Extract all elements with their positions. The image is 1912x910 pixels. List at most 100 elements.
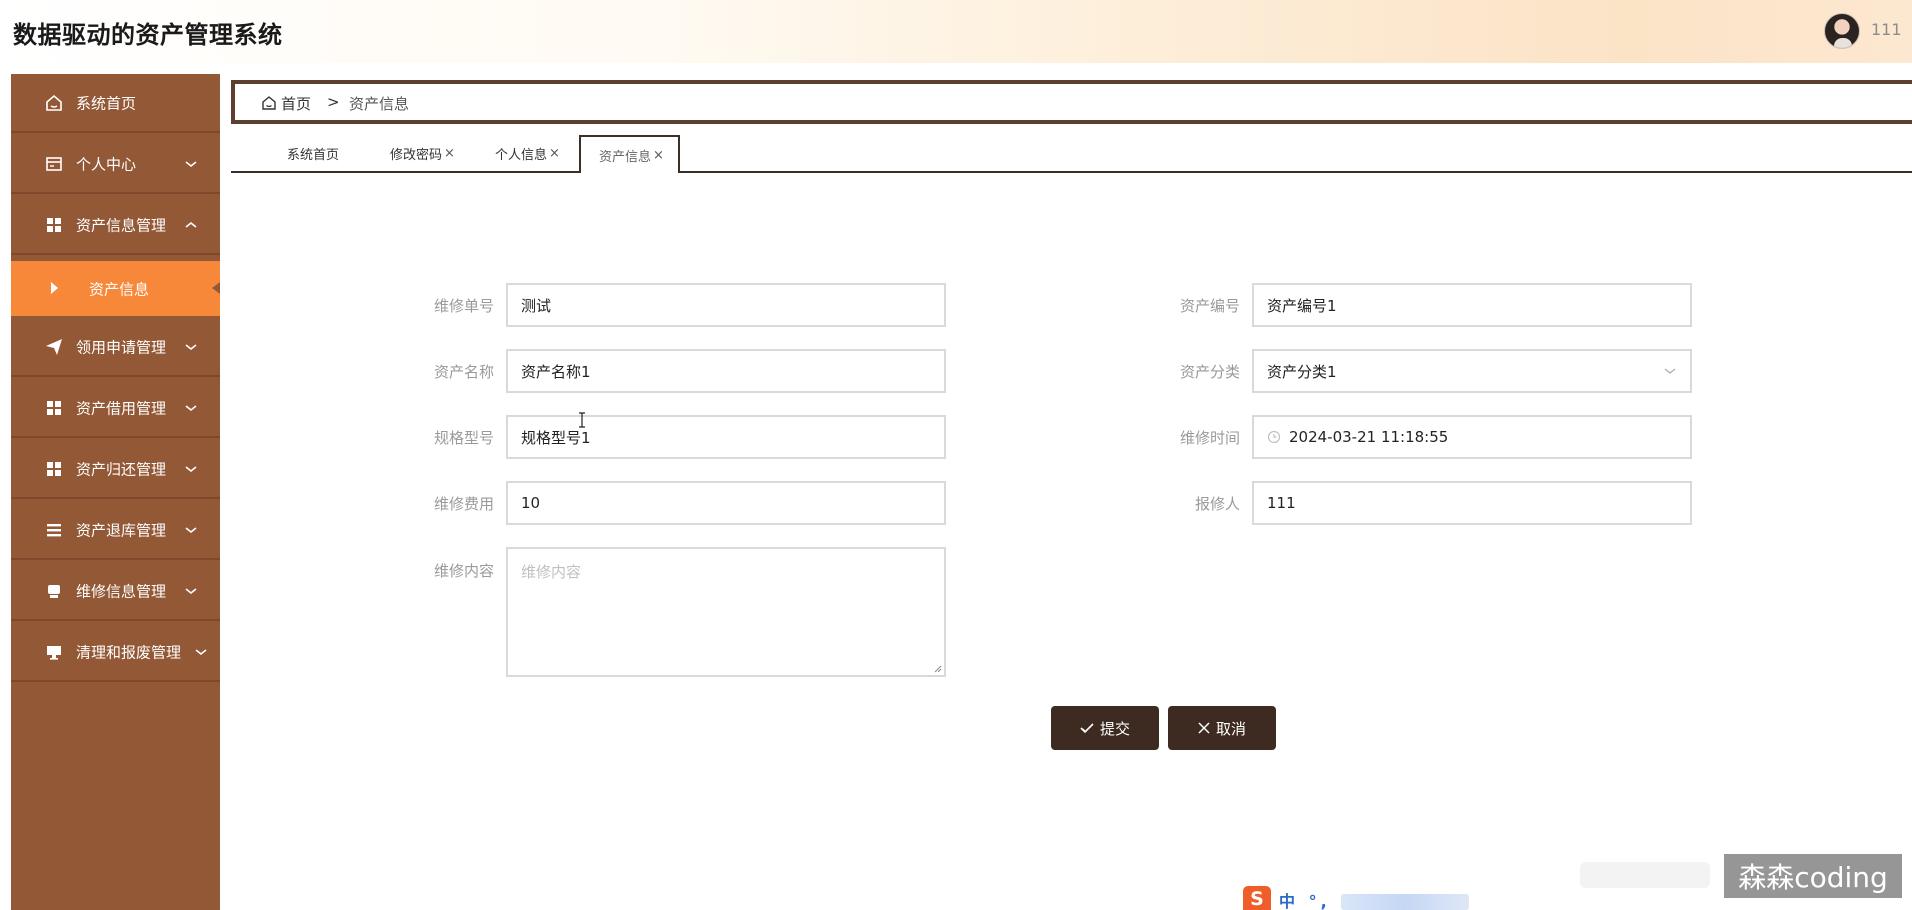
sidebar-item-withdraw-management[interactable]: 资产退库管理 [11, 501, 220, 560]
sidebar-subitem-label: 资产信息 [89, 280, 150, 298]
reporter-label: 报修人 [1194, 495, 1240, 513]
repair-number-label: 维修单号 [433, 297, 494, 315]
sidebar-item-label: 系统首页 [76, 94, 137, 112]
spec-model-label: 规格型号 [433, 429, 494, 447]
watermark: 森森coding [1724, 854, 1902, 898]
chevron-down-icon [1664, 368, 1676, 374]
top-header: 数据驱动的资产管理系统 111 [0, 0, 1912, 63]
blurred-overlay [1580, 862, 1710, 888]
repair-time-label: 维修时间 [1179, 429, 1240, 447]
tab-change-password[interactable]: 修改密码 × [390, 135, 455, 171]
tab-system-home[interactable]: 系统首页 [287, 135, 339, 171]
submit-label: 提交 [1099, 719, 1130, 738]
ime-toolbar[interactable]: S 中 °, [1243, 886, 1473, 910]
home-icon [44, 93, 64, 113]
tab-personal-info[interactable]: 个人信息 × [495, 135, 560, 171]
chevron-down-icon [195, 648, 207, 655]
chevron-down-icon [185, 404, 197, 411]
ime-toolbar-icons [1341, 894, 1469, 910]
asset-number-field[interactable]: 资产编号1 [1252, 283, 1692, 327]
sidebar-item-label: 维修信息管理 [76, 582, 167, 600]
breadcrumb: 首页 > 资产信息 [231, 80, 1912, 124]
cancel-button[interactable]: 取消 [1168, 706, 1276, 750]
repair-cost-label: 维修费用 [433, 495, 494, 513]
monitor-icon [44, 642, 64, 662]
asset-name-field[interactable]: 资产名称1 [506, 349, 946, 393]
sidebar-item-label: 资产退库管理 [76, 521, 167, 539]
home-icon[interactable] [261, 95, 277, 111]
app-title: 数据驱动的资产管理系统 [13, 21, 283, 49]
user-avatar[interactable] [1824, 13, 1860, 49]
sidebar-item-home[interactable]: 系统首页 [11, 74, 220, 133]
resize-handle-icon[interactable] [934, 665, 942, 673]
field-value: 111 [1267, 494, 1296, 512]
sidebar-subitem-asset-info[interactable]: 资产信息 [11, 261, 220, 316]
field-value: 规格型号1 [521, 428, 591, 447]
close-icon[interactable]: × [653, 148, 664, 163]
ime-logo-icon: S [1243, 886, 1271, 910]
breadcrumb-current: 资产信息 [349, 95, 410, 113]
tab-asset-info[interactable]: 资产信息 × [579, 135, 680, 173]
sidebar-item-label: 领用申请管理 [76, 338, 167, 356]
field-value: 10 [521, 494, 541, 512]
tab-label: 资产信息 [599, 149, 652, 165]
repair-time-picker[interactable]: 2024-03-21 11:18:55 [1252, 415, 1692, 459]
close-icon[interactable]: × [549, 146, 560, 161]
repair-number-field[interactable]: 测试 [506, 283, 946, 327]
chevron-down-icon [185, 587, 197, 594]
sidebar-item-borrow-management[interactable]: 资产借用管理 [11, 379, 220, 438]
submit-button[interactable]: 提交 [1051, 706, 1159, 750]
chevron-down-icon [185, 160, 197, 167]
caret-right-icon [51, 282, 58, 294]
tool-icon [44, 581, 64, 601]
sidebar-item-label: 个人中心 [76, 155, 137, 173]
field-value: 资产名称1 [521, 362, 591, 381]
chevron-up-icon [185, 221, 197, 228]
chevron-down-icon [185, 526, 197, 533]
breadcrumb-separator: > [327, 93, 340, 111]
close-icon[interactable]: × [444, 146, 455, 161]
sidebar-item-asset-info-management[interactable]: 资产信息管理 [11, 196, 220, 255]
repair-content-textarea[interactable]: 维修内容 [506, 547, 946, 677]
grid-icon [44, 459, 64, 479]
tab-label: 修改密码 [390, 147, 443, 163]
asset-category-label: 资产分类 [1179, 363, 1240, 381]
grid-icon [44, 398, 64, 418]
repair-cost-field[interactable]: 10 [506, 481, 946, 525]
active-indicator [212, 282, 220, 294]
clock-icon [1267, 430, 1281, 444]
text-cursor-icon [579, 412, 585, 428]
sidebar-item-label: 资产借用管理 [76, 399, 167, 417]
sidebar: 系统首页 个人中心 资产信息管理 资产信息 领用申请管理 资产借用管理 资产归还… [11, 74, 220, 910]
spec-model-field[interactable]: 规格型号1 [506, 415, 946, 459]
sidebar-item-label: 资产信息管理 [76, 216, 167, 234]
select-value: 资产分类1 [1267, 362, 1337, 381]
sidebar-item-requisition-management[interactable]: 领用申请管理 [11, 318, 220, 377]
username-label[interactable]: 111 [1871, 20, 1902, 39]
list-icon [44, 520, 64, 540]
tab-bar: 系统首页 修改密码 × 个人信息 × 资产信息 × [231, 135, 1912, 173]
field-value: 测试 [521, 296, 552, 315]
sidebar-item-scrap-management[interactable]: 清理和报废管理 [11, 623, 220, 682]
tab-label: 个人信息 [495, 147, 548, 163]
sidebar-item-label: 资产归还管理 [76, 460, 167, 478]
datetime-value: 2024-03-21 11:18:55 [1289, 428, 1449, 446]
sidebar-item-personal-center[interactable]: 个人中心 [11, 135, 220, 194]
grid-icon [44, 215, 64, 235]
cancel-label: 取消 [1215, 719, 1246, 738]
card-icon [44, 154, 64, 174]
sidebar-item-return-management[interactable]: 资产归还管理 [11, 440, 220, 499]
sidebar-item-repair-management[interactable]: 维修信息管理 [11, 562, 220, 621]
field-value: 资产编号1 [1267, 296, 1337, 315]
reporter-field[interactable]: 111 [1252, 481, 1692, 525]
chevron-down-icon [185, 343, 197, 350]
tab-label: 系统首页 [287, 147, 340, 163]
ime-mode-label: 中 °, [1279, 892, 1331, 910]
close-icon [1198, 722, 1210, 734]
asset-category-select[interactable]: 资产分类1 [1252, 349, 1692, 393]
sidebar-item-label: 清理和报废管理 [76, 643, 182, 661]
breadcrumb-home[interactable]: 首页 [281, 93, 311, 114]
chevron-down-icon [185, 465, 197, 472]
check-icon [1080, 723, 1094, 734]
asset-name-label: 资产名称 [433, 363, 494, 381]
